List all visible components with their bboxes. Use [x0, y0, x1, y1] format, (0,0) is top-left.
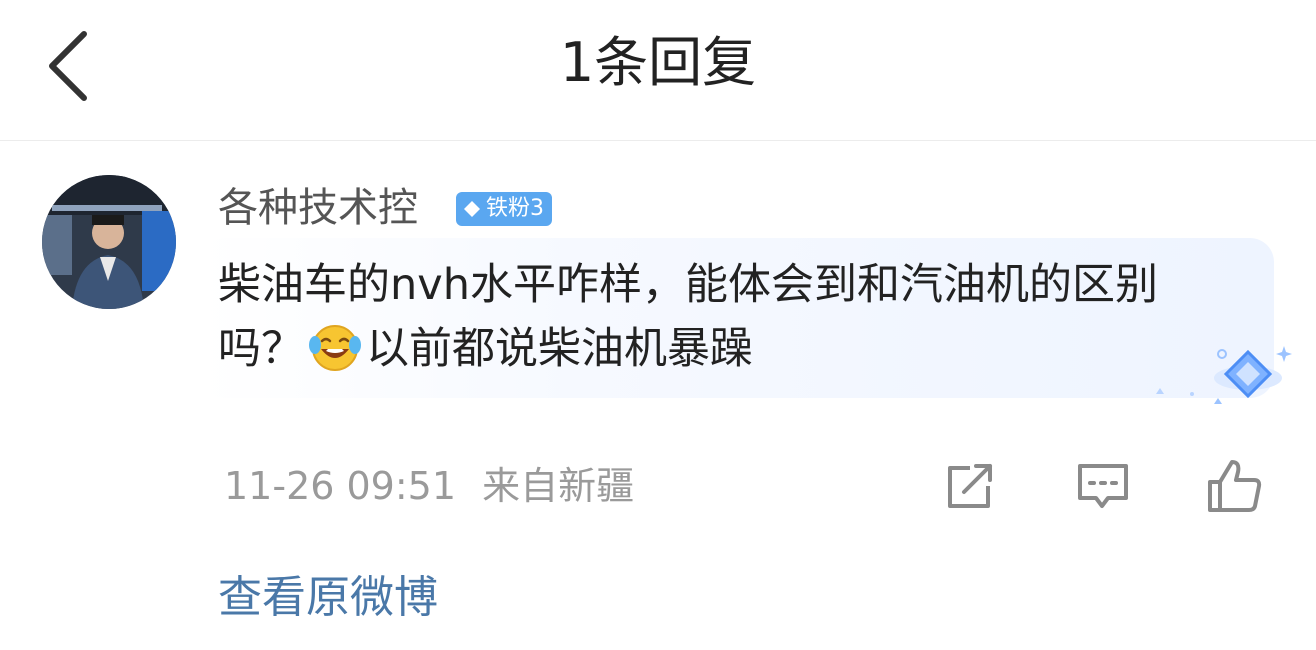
diamond-icon — [464, 201, 480, 217]
location: 来自新疆 — [482, 464, 635, 508]
fan-badge-label: 铁粉3 — [486, 196, 544, 221]
comment-meta: 11-26 09:51 来自新疆 — [224, 460, 634, 512]
avatar[interactable] — [42, 175, 176, 309]
laughing-crying-emoji-icon — [309, 325, 361, 371]
avatar-image — [42, 175, 176, 309]
like-icon — [1208, 460, 1262, 512]
sparkle-diamond-decoration — [1156, 346, 1292, 404]
timestamp: 11-26 09:51 — [224, 464, 457, 508]
like-button[interactable] — [1206, 458, 1264, 514]
comment-text: 柴油车的nvh水平咋样，能体会到和汽油机的区别吗？ 以前都说柴油机暴躁 — [218, 253, 1218, 381]
comment-button[interactable] — [1074, 458, 1132, 514]
view-original-link[interactable]: 查看原微博 — [218, 568, 438, 628]
fan-badge: 铁粉3 — [456, 192, 552, 226]
share-icon — [948, 464, 992, 508]
comment-icon — [1078, 464, 1128, 508]
comment-text-part2: 以前都说柴油机暴躁 — [366, 324, 753, 374]
page-title: 1条回复 — [559, 31, 757, 94]
share-button[interactable] — [940, 458, 998, 514]
top-bar: 1条回复 — [0, 0, 1316, 141]
username[interactable]: 各种技术控 — [218, 182, 418, 234]
